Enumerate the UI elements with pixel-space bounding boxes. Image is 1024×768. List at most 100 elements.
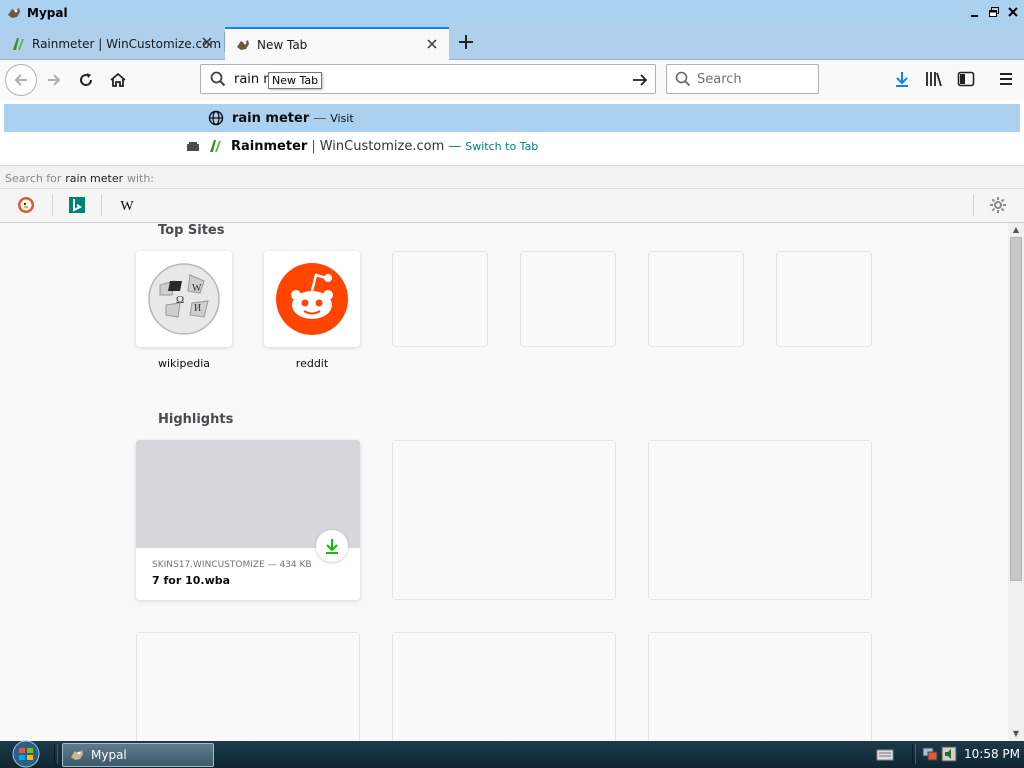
highlight-card-empty [136,632,360,741]
suggestion-pipe: | [311,138,316,154]
volume-tray-icon[interactable] [941,746,957,762]
close-tab-icon[interactable] [200,35,214,49]
top-site-wikipedia[interactable]: Ω W И [136,251,232,347]
go-arrow-icon[interactable] [631,71,649,89]
top-site-empty[interactable] [776,251,872,347]
downloads-icon[interactable] [892,69,912,89]
rainmeter-favicon-icon [13,37,24,50]
taskbar-label: Mypal [91,748,127,762]
globe-icon [208,110,224,126]
title-bar: Mypal [0,0,1024,26]
suggestion-title: rain meter [232,110,310,126]
navigation-toolbar: rain m Search [0,60,1024,100]
highlight-card-empty [648,440,872,600]
duckduckgo-icon [18,197,34,213]
top-site-empty[interactable] [392,251,488,347]
url-suggestions-dropdown: rain meter — Visit Rainmeter | WinCustom… [0,100,1024,223]
tooltip: New Tab [268,72,323,89]
switch-to-tab-label: Switch to Tab [465,139,539,153]
minimize-icon [971,15,978,17]
highlight-card-empty [648,632,872,741]
bing-engine-button[interactable] [67,195,87,215]
highlight-card[interactable]: SKINS17.WINCUSTOMIZE — 434 KB 7 for 10.w… [136,440,360,600]
tab-label: New Tab [257,38,308,52]
suggestion-url: WinCustomize.com [319,138,445,154]
highlight-card-empty [392,440,616,600]
wikipedia-globe-icon: Ω W И [148,263,220,335]
window-title: Mypal [27,6,68,20]
engine-separator [973,194,974,216]
scroll-up-arrow-icon[interactable]: ▲ [1008,223,1024,237]
highlight-title: 7 for 10.wba [152,574,231,587]
close-icon [1008,7,1018,17]
svg-text:И: И [194,303,201,314]
tab-rainmeter[interactable]: Rainmeter | WinCustomize.com [0,27,224,60]
forward-arrow-icon [48,74,61,86]
engine-separator [52,194,53,216]
search-for-prefix: Search for [5,172,62,185]
top-site-label: reddit [295,357,329,370]
bing-icon [69,197,85,213]
suggestion-title: Rainmeter [231,138,308,154]
reload-button[interactable] [72,66,100,94]
search-icon [675,71,691,87]
reddit-icon [276,263,348,335]
gear-icon [990,197,1006,213]
wikipedia-icon: W [120,199,134,214]
wikipedia-engine-button[interactable]: W [117,195,137,215]
reload-icon [80,73,93,86]
home-button[interactable] [104,66,132,94]
highlight-source: SKINS17.WINCUSTOMIZE — 434 KB [152,560,312,570]
taskbar-button-mypal[interactable]: Mypal [62,743,214,767]
new-tab-content: Top Sites Ω W И wikipedia reddit Highlig… [0,223,1008,741]
keyboard-icon[interactable] [876,748,894,762]
top-site-label: wikipedia [157,357,210,370]
restore-icon [989,7,999,17]
search-for-term: rain meter [65,172,124,185]
download-badge [316,530,348,562]
tray-divider [912,744,916,764]
one-off-search-engines: W [0,189,1024,222]
suggestion-switch-tab[interactable]: Rainmeter | WinCustomize.com — Switch to… [4,132,1020,160]
highlight-card-empty [392,632,616,741]
svg-text:W: W [192,283,202,294]
close-tab-icon[interactable] [425,37,439,51]
search-box[interactable]: Search [666,64,819,94]
scroll-thumb[interactable] [1010,237,1022,581]
suggestion-action: Visit [330,111,354,125]
minimize-button[interactable] [967,3,984,21]
top-sites-heading: Top Sites [158,223,225,238]
mypal-app-icon [71,750,83,760]
sidebar-icon[interactable] [956,69,976,89]
home-icon [110,72,126,87]
vertical-scrollbar[interactable]: ▲ ▼ [1008,223,1024,741]
suggestion-visit[interactable]: rain meter — Visit [4,104,1020,132]
tab-label: Rainmeter | WinCustomize.com [32,36,222,51]
back-button[interactable] [5,64,37,96]
forward-button[interactable] [40,66,68,94]
mypal-app-icon [8,8,20,18]
top-site-empty[interactable] [520,251,616,347]
top-site-reddit[interactable] [264,251,360,347]
library-icon[interactable] [924,69,944,89]
search-for-suffix: with: [126,172,154,185]
browser-window: Mypal Rainmeter | WinCustomize.com New T… [0,0,1024,768]
tab-strip: Rainmeter | WinCustomize.com New Tab [0,26,1024,61]
close-window-button[interactable] [1005,3,1022,21]
mypal-favicon-icon [237,40,249,50]
tab-new-tab[interactable]: New Tab [225,27,449,61]
back-arrow-icon [14,74,27,86]
restore-button[interactable] [986,3,1003,21]
start-orb-icon[interactable] [6,739,46,768]
network-tray-icon[interactable] [922,746,938,762]
clock[interactable]: 10:58 PM [964,747,1020,761]
new-tab-plus-icon[interactable] [456,32,476,52]
highlights-heading: Highlights [158,412,234,427]
menu-hamburger-icon[interactable] [996,69,1016,89]
top-site-empty[interactable] [648,251,744,347]
engine-separator [101,194,102,216]
scroll-down-arrow-icon[interactable]: ▼ [1008,727,1024,741]
duckduckgo-engine-button[interactable] [16,195,36,215]
search-for-bar: Search for rain meter with: [0,165,1024,189]
search-settings-button[interactable] [988,195,1008,215]
